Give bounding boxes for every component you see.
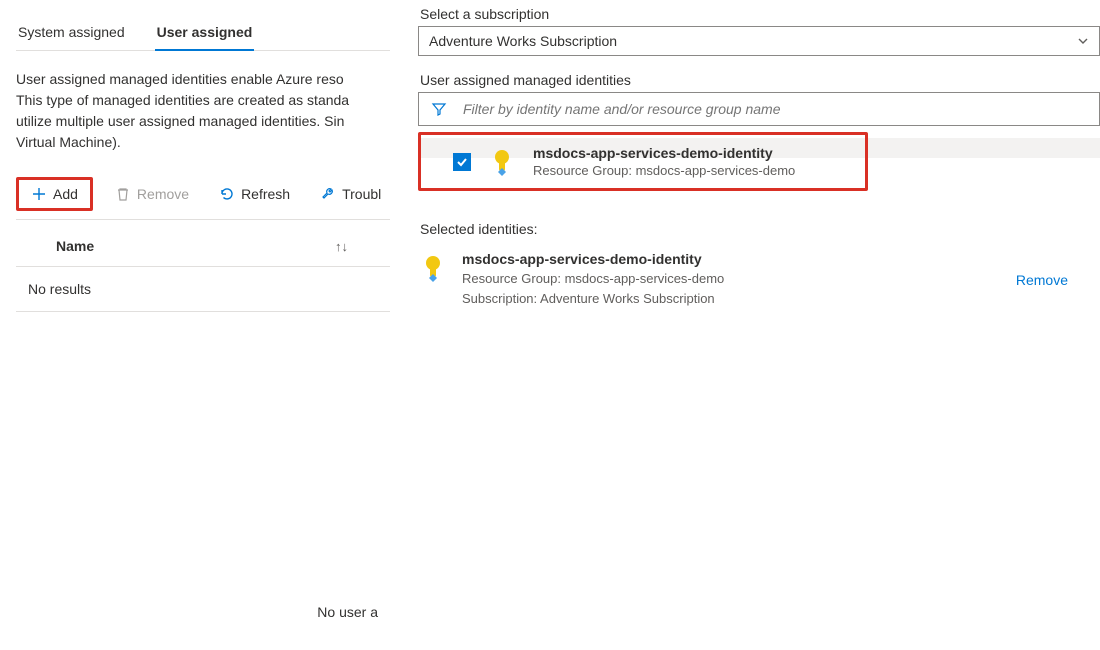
selected-identity-name: msdocs-app-services-demo-identity xyxy=(462,251,1002,267)
add-button-highlight: Add xyxy=(16,177,93,211)
add-identity-panel: Select a subscription Adventure Works Su… xyxy=(418,0,1100,650)
description-line: User assigned managed identities enable … xyxy=(16,69,390,90)
refresh-icon xyxy=(219,186,235,202)
tab-user-assigned[interactable]: User assigned xyxy=(155,16,255,50)
add-button-label: Add xyxy=(53,186,78,202)
identity-text: msdocs-app-services-demo-identity Resour… xyxy=(533,145,795,178)
chevron-down-icon xyxy=(1077,35,1089,47)
tab-system-assigned[interactable]: System assigned xyxy=(16,16,127,50)
identity-toolbar: Add Remove Refresh Troubl xyxy=(16,177,390,220)
selected-identities-title: Selected identities: xyxy=(418,221,1100,237)
selected-identity-row: msdocs-app-services-demo-identity Resour… xyxy=(418,251,1100,308)
subscription-select[interactable]: Adventure Works Subscription xyxy=(418,26,1100,56)
identity-name: msdocs-app-services-demo-identity xyxy=(533,145,795,161)
troubleshoot-button-label: Troubl xyxy=(342,186,381,202)
plus-icon xyxy=(31,186,47,202)
description-line: This type of managed identities are crea… xyxy=(16,90,390,111)
remove-identity-link[interactable]: Remove xyxy=(1016,272,1068,288)
wrench-icon xyxy=(320,186,336,202)
identity-table-header: Name ↑↓ xyxy=(16,220,390,267)
remove-button: Remove xyxy=(107,182,197,206)
identity-filter-input[interactable] xyxy=(459,93,1099,125)
identity-left-panel: System assigned User assigned User assig… xyxy=(0,0,390,650)
description-line: Virtual Machine). xyxy=(16,132,390,153)
identity-tabs: System assigned User assigned xyxy=(16,16,390,51)
column-header-name[interactable]: Name xyxy=(56,238,94,254)
identity-resource-group: Resource Group: msdocs-app-services-demo xyxy=(533,163,795,178)
refresh-button-label: Refresh xyxy=(241,186,290,202)
trash-icon xyxy=(115,186,131,202)
selected-identity-rg: Resource Group: msdocs-app-services-demo xyxy=(462,269,1002,289)
remove-button-label: Remove xyxy=(137,186,189,202)
identity-highlight: msdocs-app-services-demo-identity Resour… xyxy=(418,132,868,191)
identity-checkbox[interactable] xyxy=(453,153,471,171)
troubleshoot-button[interactable]: Troubl xyxy=(312,182,389,206)
description-line: utilize multiple user assigned managed i… xyxy=(16,111,390,132)
identity-filter-box xyxy=(418,92,1100,126)
managed-identity-icon xyxy=(487,147,517,177)
user-assigned-description: User assigned managed identities enable … xyxy=(16,69,390,153)
empty-state-message: No user a xyxy=(0,604,390,620)
subscription-value: Adventure Works Subscription xyxy=(429,33,617,49)
managed-identity-icon xyxy=(418,253,448,283)
subscription-label: Select a subscription xyxy=(418,6,1100,22)
identities-label: User assigned managed identities xyxy=(418,72,1100,88)
selected-identity-subscription: Subscription: Adventure Works Subscripti… xyxy=(462,289,1002,309)
table-no-results: No results xyxy=(16,267,390,312)
selected-identities-section: Selected identities: msdocs-app-services… xyxy=(418,221,1100,308)
refresh-button[interactable]: Refresh xyxy=(211,182,298,206)
filter-icon[interactable] xyxy=(419,93,459,125)
sort-icon[interactable]: ↑↓ xyxy=(335,239,366,254)
add-button[interactable]: Add xyxy=(23,182,86,206)
